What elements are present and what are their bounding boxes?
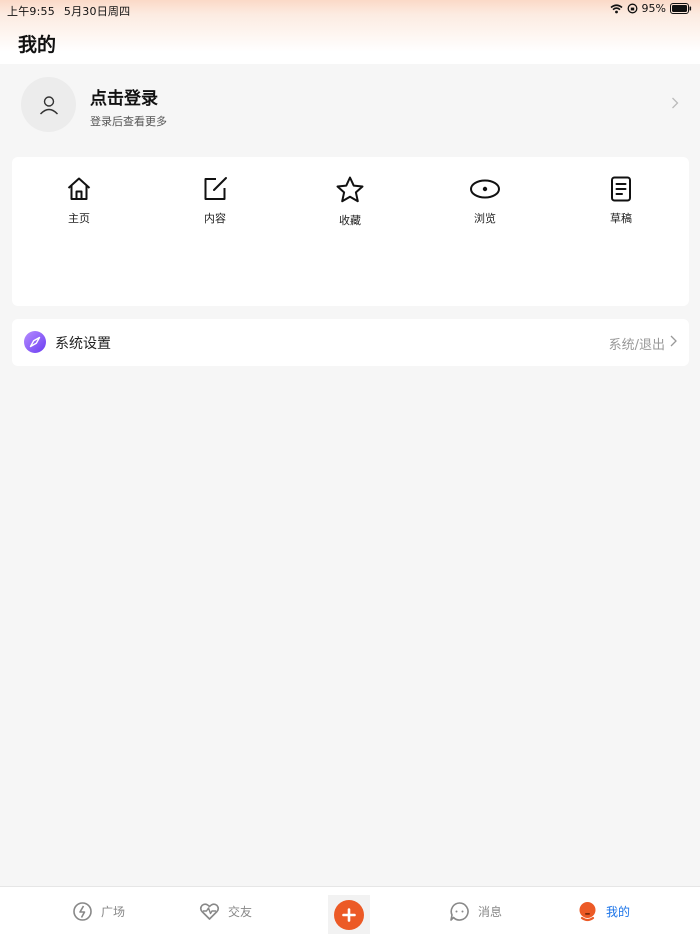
tab-plaza[interactable]: 广场 xyxy=(72,901,125,922)
quick-action-label: 收藏 xyxy=(339,214,361,227)
quick-action-label: 主页 xyxy=(68,212,90,225)
chevron-right-icon[interactable] xyxy=(670,335,677,347)
battery-icon xyxy=(670,3,692,14)
status-indicators: 95% xyxy=(610,2,692,15)
orientation-lock-icon xyxy=(627,3,637,14)
chat-icon xyxy=(450,902,469,921)
system-settings-row[interactable]: 系统设置 系统/退出 xyxy=(12,319,689,366)
status-date: 5月30日周四 xyxy=(63,5,131,18)
page-title: 我的 xyxy=(18,34,57,56)
quick-action-favorites[interactable]: 收藏 xyxy=(310,175,390,228)
quick-action-home[interactable]: 主页 xyxy=(39,175,119,226)
quick-action-label: 浏览 xyxy=(474,212,496,225)
tab-messages[interactable]: 消息 xyxy=(449,901,502,922)
bottom-tab-bar: 广场 交友 消息 我的 xyxy=(0,886,700,934)
login-profile-row[interactable]: 点击登录 登录后查看更多 xyxy=(0,64,700,150)
quick-action-label: 内容 xyxy=(204,212,226,225)
profile-icon xyxy=(579,902,596,922)
settings-label: 系统设置 xyxy=(55,336,111,352)
avatar[interactable] xyxy=(21,77,76,132)
user-icon xyxy=(39,95,58,114)
tab-friends[interactable]: 交友 xyxy=(199,901,252,922)
battery-percent: 95% xyxy=(641,2,666,15)
quick-action-label: 草稿 xyxy=(610,212,632,225)
plus-icon xyxy=(342,908,356,922)
quick-action-content[interactable]: 内容 xyxy=(175,175,255,226)
chevron-right-icon[interactable] xyxy=(671,97,679,109)
login-title[interactable]: 点击登录 xyxy=(90,84,158,109)
star-icon xyxy=(336,176,364,203)
wifi-icon xyxy=(610,3,623,13)
compass-icon xyxy=(24,331,46,353)
tab-label: 广场 xyxy=(101,905,126,919)
top-header-area: 上午9:55 5月30日周四 95% 我的 xyxy=(0,0,700,64)
edit-icon xyxy=(204,177,227,200)
status-time-date: 上午9:55 5月30日周四 xyxy=(7,3,130,19)
publish-button-circle[interactable] xyxy=(334,900,364,930)
settings-value: 系统/退出 xyxy=(608,338,665,353)
draft-icon xyxy=(611,176,631,202)
publish-button[interactable] xyxy=(328,895,370,934)
status-time: 上午9:55 xyxy=(7,5,55,18)
plaza-icon xyxy=(73,902,92,921)
tab-label: 交友 xyxy=(228,905,253,919)
home-icon xyxy=(67,177,91,200)
status-bar: 上午9:55 5月30日周四 95% xyxy=(0,0,700,18)
heart-pulse-icon xyxy=(199,903,220,920)
quick-action-drafts[interactable]: 草稿 xyxy=(581,175,661,226)
tab-label: 我的 xyxy=(606,905,631,919)
tab-profile[interactable]: 我的 xyxy=(577,901,630,922)
quick-actions-card: 主页 内容 收藏 浏览 草稿 xyxy=(12,157,689,306)
tab-label: 消息 xyxy=(478,905,503,919)
login-subtitle: 登录后查看更多 xyxy=(90,115,167,128)
eye-icon xyxy=(470,179,500,199)
quick-action-browse[interactable]: 浏览 xyxy=(445,175,525,226)
